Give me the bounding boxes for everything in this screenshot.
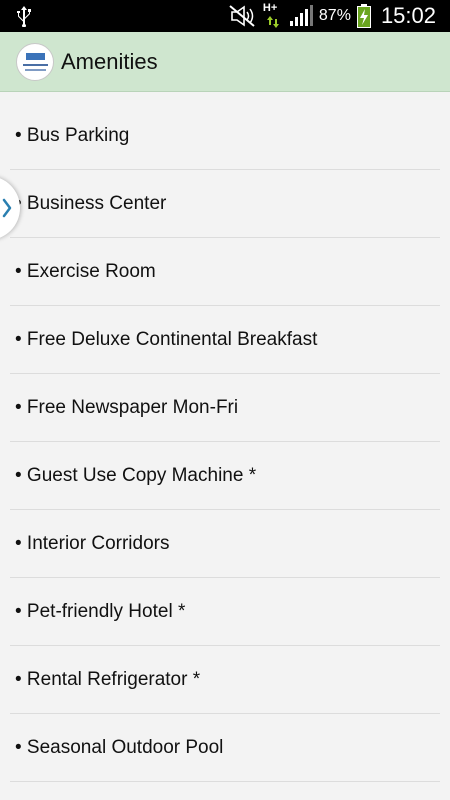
list-item: • Bus Parking — [10, 102, 440, 170]
signal-icon — [289, 5, 313, 26]
clock: 15:02 — [380, 3, 436, 28]
list-item: • Free Newspaper Mon-Fri — [10, 374, 440, 442]
hotel-logo-icon[interactable] — [16, 43, 54, 81]
status-icons: H+ 87% 15:02 — [227, 0, 436, 32]
list-item: • Business Center — [10, 170, 440, 238]
list-item: • Free Deluxe Continental Breakfast — [10, 306, 440, 374]
status-bar: H+ 87% 15:02 — [0, 0, 450, 32]
mute-icon — [229, 5, 255, 27]
list-item: • Seasonal Outdoor Pool — [10, 714, 440, 782]
list-item: • Pet-friendly Hotel * — [10, 578, 440, 646]
battery-percent: 87% — [318, 7, 351, 24]
list-item: • Rental Refrigerator * — [10, 646, 440, 714]
page-title: Amenities — [61, 49, 158, 74]
list-item: • Exercise Room — [10, 238, 440, 306]
amenities-list: • Bus Parking • Business Center • Exerci… — [10, 102, 440, 782]
usb-icon — [17, 6, 31, 27]
hplus-data-icon: H+ — [263, 3, 283, 29]
list-item: • Guest Use Copy Machine * — [10, 442, 440, 510]
list-item: • Interior Corridors — [10, 510, 440, 578]
network-type-label: H+ — [262, 2, 278, 14]
battery-charging-icon — [356, 4, 371, 28]
chevron-right-icon — [2, 198, 12, 218]
action-bar: Amenities — [0, 32, 450, 92]
